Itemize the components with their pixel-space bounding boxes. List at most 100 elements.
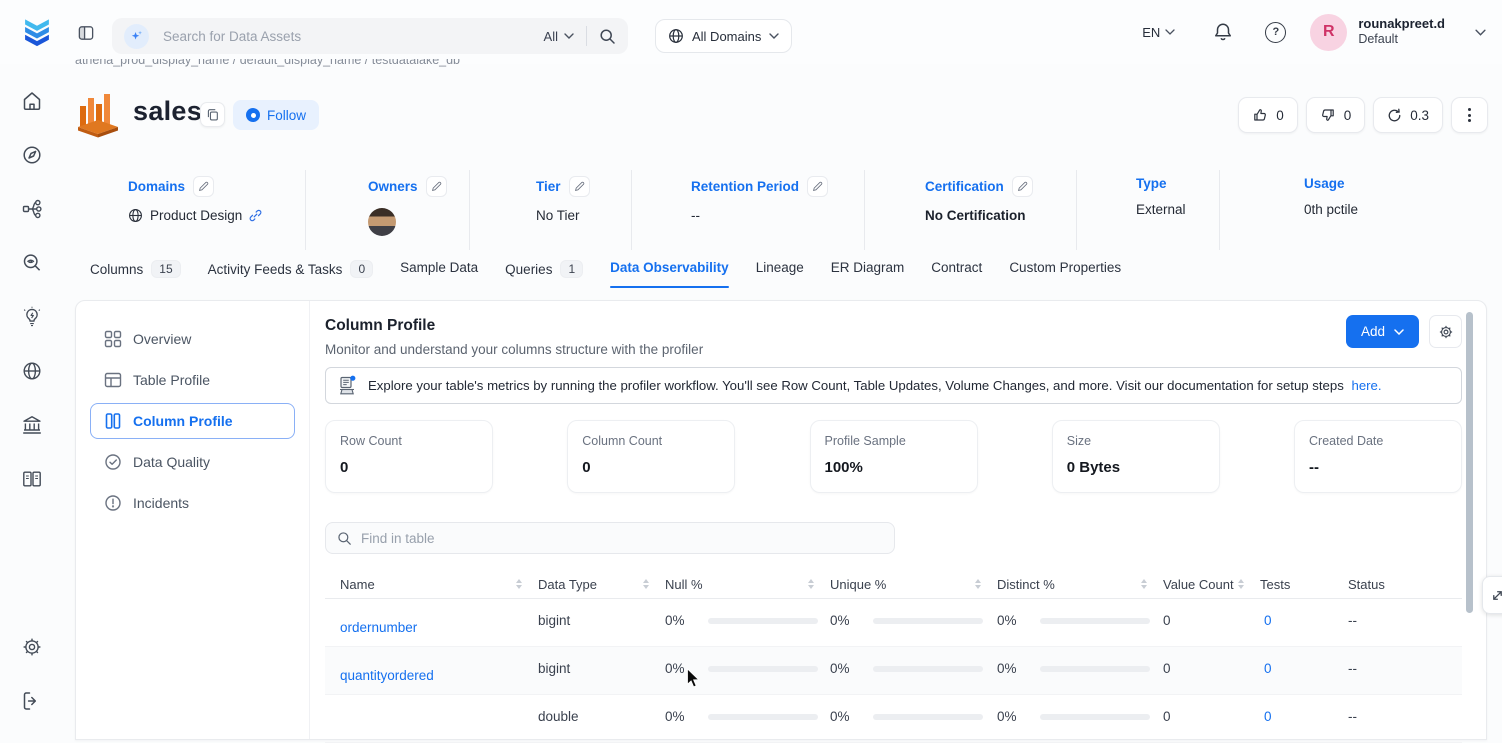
- settings-gear-icon[interactable]: [21, 636, 43, 658]
- more-options-button[interactable]: [1451, 97, 1488, 133]
- unique-pct-cell: 0%: [830, 599, 997, 628]
- edit-tier-icon[interactable]: [569, 176, 590, 197]
- profile-nav-overview[interactable]: Overview: [90, 321, 295, 357]
- search-scope-dropdown[interactable]: All: [544, 29, 574, 44]
- search-input[interactable]: Search for Data Assets: [163, 29, 544, 44]
- column-name-link[interactable]: ordernumber: [325, 599, 538, 635]
- explore-compass-icon[interactable]: [21, 144, 43, 166]
- domains-globe-icon[interactable]: [21, 360, 43, 382]
- version-button[interactable]: 0.3: [1373, 97, 1443, 133]
- tab-custom-properties[interactable]: Custom Properties: [1009, 260, 1121, 288]
- chevron-down-icon: [1394, 329, 1404, 335]
- link-icon[interactable]: [249, 209, 262, 222]
- logout-icon[interactable]: [21, 690, 43, 712]
- domain-link[interactable]: Product Design: [150, 208, 242, 223]
- sort-icon[interactable]: [1238, 579, 1244, 589]
- edit-certification-icon[interactable]: [1012, 176, 1033, 197]
- tab-er-diagram[interactable]: ER Diagram: [831, 260, 905, 288]
- avatar[interactable]: R: [1310, 14, 1347, 51]
- downvote-button[interactable]: 0: [1306, 97, 1366, 133]
- tab-queries[interactable]: Queries 1: [505, 260, 583, 291]
- table-row[interactable]: ordernumber bigint 0% 0% 0% 0 0 --: [325, 599, 1462, 647]
- tab-columns[interactable]: Columns 15: [90, 260, 181, 291]
- help-icon[interactable]: ?: [1265, 22, 1286, 43]
- domains-filter-dropdown[interactable]: All Domains: [655, 19, 792, 53]
- profile-nav-table-profile[interactable]: Table Profile: [90, 362, 295, 398]
- tab-lineage[interactable]: Lineage: [756, 260, 804, 288]
- govern-bank-icon[interactable]: [21, 414, 43, 436]
- column-table-header: Name Data Type Null % Unique % Distinct …: [325, 570, 1462, 599]
- sort-icon[interactable]: [808, 579, 814, 589]
- owner-avatar[interactable]: [368, 208, 396, 236]
- profile-nav-column-profile[interactable]: Column Profile: [90, 403, 295, 439]
- find-in-table-input[interactable]: Find in table: [325, 522, 895, 554]
- search-icon[interactable]: [599, 28, 616, 45]
- edit-retention-icon[interactable]: [807, 176, 828, 197]
- sidebar-toggle-icon[interactable]: [77, 24, 95, 42]
- sort-icon[interactable]: [643, 579, 649, 589]
- sort-icon[interactable]: [975, 579, 981, 589]
- table-row[interactable]: double 0% 0% 0% 0 0 --: [325, 695, 1462, 743]
- insights-bulb-icon[interactable]: [21, 306, 43, 328]
- header-value-count[interactable]: Value Count: [1163, 577, 1260, 592]
- column-profile-content: Column Profile Monitor and understand yo…: [310, 301, 1486, 739]
- panel-title: Column Profile: [325, 317, 703, 335]
- add-button[interactable]: Add: [1346, 315, 1419, 348]
- header-distinct-pct[interactable]: Distinct %: [997, 577, 1163, 592]
- notifications-bell-icon[interactable]: [1213, 22, 1233, 42]
- banner-text: Explore your table's metrics by running …: [368, 378, 1344, 393]
- sort-icon[interactable]: [516, 579, 522, 589]
- meta-owners: Owners: [306, 170, 470, 250]
- table-row[interactable]: quantityordered bigint 0% 0% 0% 0 0 --: [325, 647, 1462, 695]
- profile-nav-data-quality[interactable]: Data Quality: [90, 444, 295, 480]
- docs-link[interactable]: here.: [1352, 378, 1382, 393]
- copy-icon[interactable]: [200, 102, 225, 127]
- tests-link[interactable]: 0: [1260, 599, 1348, 628]
- stat-created-date: Created Date --: [1294, 420, 1462, 493]
- progress-bar: [708, 714, 818, 720]
- column-name-link[interactable]: quantityordered: [325, 647, 538, 683]
- tab-data-observability[interactable]: Data Observability: [610, 260, 729, 288]
- column-name-link[interactable]: [325, 695, 538, 716]
- progress-bar: [1040, 666, 1150, 672]
- expand-panel-button[interactable]: [1482, 576, 1502, 614]
- observability-icon[interactable]: [21, 252, 43, 274]
- profiler-settings-button[interactable]: [1429, 315, 1462, 348]
- chevron-down-icon[interactable]: [1475, 29, 1486, 36]
- breadcrumb[interactable]: athena_prod_display_name / default_displ…: [75, 59, 575, 68]
- topbar-right: EN ? R rounakpreet.d Default: [1142, 0, 1486, 64]
- tab-activity-feeds[interactable]: Activity Feeds & Tasks 0: [208, 260, 373, 291]
- home-icon[interactable]: [21, 90, 43, 112]
- meta-tier: Tier No Tier: [470, 170, 632, 250]
- distinct-pct-cell: 0%: [997, 647, 1163, 676]
- meta-domains: Domains Product Design: [75, 170, 306, 250]
- language-dropdown[interactable]: EN: [1142, 25, 1175, 40]
- tests-link[interactable]: 0: [1260, 647, 1348, 676]
- thumbs-up-icon: [1252, 107, 1268, 123]
- upvote-button[interactable]: 0: [1238, 97, 1298, 133]
- header-null-pct[interactable]: Null %: [665, 577, 830, 592]
- null-pct-cell: 0%: [665, 647, 830, 676]
- global-search[interactable]: Search for Data Assets All: [112, 18, 628, 54]
- tab-sample-data[interactable]: Sample Data: [400, 260, 478, 288]
- header-name[interactable]: Name: [325, 577, 538, 592]
- edit-owners-icon[interactable]: [426, 176, 447, 197]
- version-history-icon: [1387, 108, 1402, 123]
- profile-nav-incidents[interactable]: Incidents: [90, 485, 295, 521]
- app-logo-icon[interactable]: [20, 16, 54, 50]
- lineage-graph-icon[interactable]: [21, 198, 43, 220]
- glossary-book-icon[interactable]: [21, 468, 43, 490]
- progress-bar: [873, 666, 983, 672]
- meta-retention: Retention Period --: [632, 170, 865, 250]
- scrollbar[interactable]: [1466, 312, 1473, 613]
- follow-button[interactable]: Follow: [233, 100, 319, 130]
- edit-domains-icon[interactable]: [193, 176, 214, 197]
- header-data-type[interactable]: Data Type: [538, 577, 665, 592]
- header-unique-pct[interactable]: Unique %: [830, 577, 997, 592]
- kebab-icon: [1465, 108, 1474, 122]
- data-type-cell: bigint: [538, 599, 665, 628]
- alert-circle-icon: [104, 494, 122, 512]
- tab-contract[interactable]: Contract: [931, 260, 982, 288]
- user-menu[interactable]: rounakpreet.d Default: [1358, 16, 1445, 48]
- sort-icon[interactable]: [1141, 579, 1147, 589]
